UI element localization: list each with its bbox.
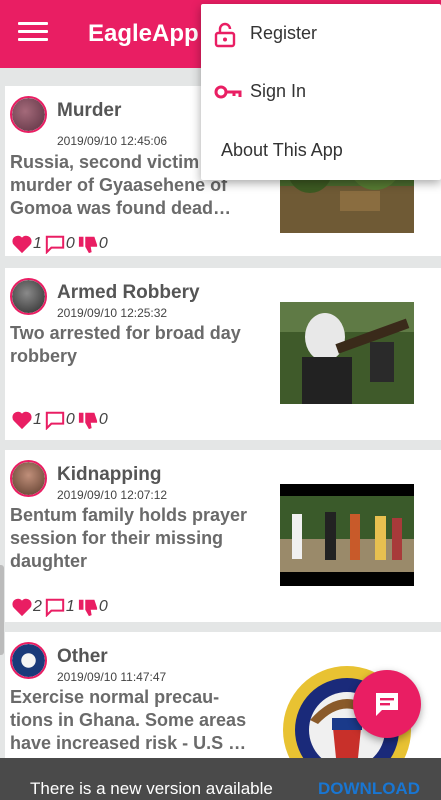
like-count: 2 (33, 598, 42, 615)
comment-count: 0 (65, 235, 75, 252)
post-timestamp: 2019/09/10 12:07:12 (57, 488, 168, 502)
compose-message-button[interactable] (353, 670, 421, 738)
comment-icon[interactable] (44, 234, 66, 254)
menu-item-register[interactable]: Register (201, 4, 441, 62)
post-thumbnail[interactable] (280, 484, 414, 586)
menu-item-label: About This App (221, 140, 343, 160)
lock-icon (214, 22, 236, 48)
dislike-count: 0 (98, 598, 108, 615)
post-card[interactable]: Armed Robbery 2019/09/10 12:25:32 Two ar… (5, 268, 441, 440)
post-headline[interactable]: Two arrested for broad day robbery (10, 322, 260, 368)
hamburger-menu-icon[interactable] (18, 22, 48, 46)
app-title: EagleApp (88, 20, 199, 47)
thumbs-down-icon[interactable] (77, 410, 99, 430)
comment-count: 1 (65, 598, 75, 615)
download-button[interactable]: DOWNLOAD (318, 779, 420, 799)
post-category: Kidnapping (57, 464, 162, 485)
post-headline[interactable]: Bentum family holds prayer session for t… (10, 504, 260, 573)
post-reactions: 1 0 0 (11, 233, 110, 255)
dislike-count: 0 (98, 235, 108, 252)
post-reactions: 2 1 0 (11, 596, 110, 618)
category-avatar (10, 460, 47, 497)
menu-item-about[interactable]: About This App (201, 121, 441, 179)
post-category: Armed Robbery (57, 282, 200, 303)
update-snackbar: There is a new version available DOWNLOA… (0, 758, 441, 800)
thumbs-down-icon[interactable] (77, 234, 99, 254)
heart-icon[interactable] (11, 234, 33, 254)
message-icon (376, 693, 398, 716)
post-timestamp: 2019/09/10 11:47:47 (57, 670, 167, 684)
category-avatar (10, 96, 47, 133)
post-category: Other (57, 646, 108, 667)
menu-item-label: Sign In (250, 81, 307, 101)
thumbs-down-icon[interactable] (77, 597, 99, 617)
heart-icon[interactable] (11, 410, 33, 430)
post-reactions: 1 0 0 (11, 409, 110, 431)
like-count: 1 (33, 235, 42, 252)
overflow-menu: Register Sign In About This App (201, 4, 441, 180)
key-icon (214, 85, 242, 99)
category-avatar (10, 642, 47, 679)
category-avatar (10, 278, 47, 315)
menu-item-sign-in[interactable]: Sign In (201, 62, 441, 120)
menu-item-label: Register (250, 23, 318, 43)
post-category: Murder (57, 100, 122, 121)
drawer-edge-handle[interactable] (0, 565, 4, 655)
post-timestamp: 2019/09/10 12:45:06 (57, 134, 168, 148)
post-thumbnail[interactable] (280, 302, 414, 404)
post-headline[interactable]: Exercise normal precau-tions in Ghana. S… (10, 686, 260, 755)
like-count: 1 (33, 411, 42, 428)
post-card[interactable]: Kidnapping 2019/09/10 12:07:12 Bentum fa… (5, 450, 441, 622)
comment-icon[interactable] (44, 410, 66, 430)
dislike-count: 0 (98, 411, 108, 428)
snackbar-message: There is a new version available (30, 779, 273, 798)
comment-count: 0 (65, 411, 75, 428)
heart-icon[interactable] (11, 597, 33, 617)
post-timestamp: 2019/09/10 12:25:32 (57, 306, 168, 320)
comment-icon[interactable] (44, 597, 66, 617)
